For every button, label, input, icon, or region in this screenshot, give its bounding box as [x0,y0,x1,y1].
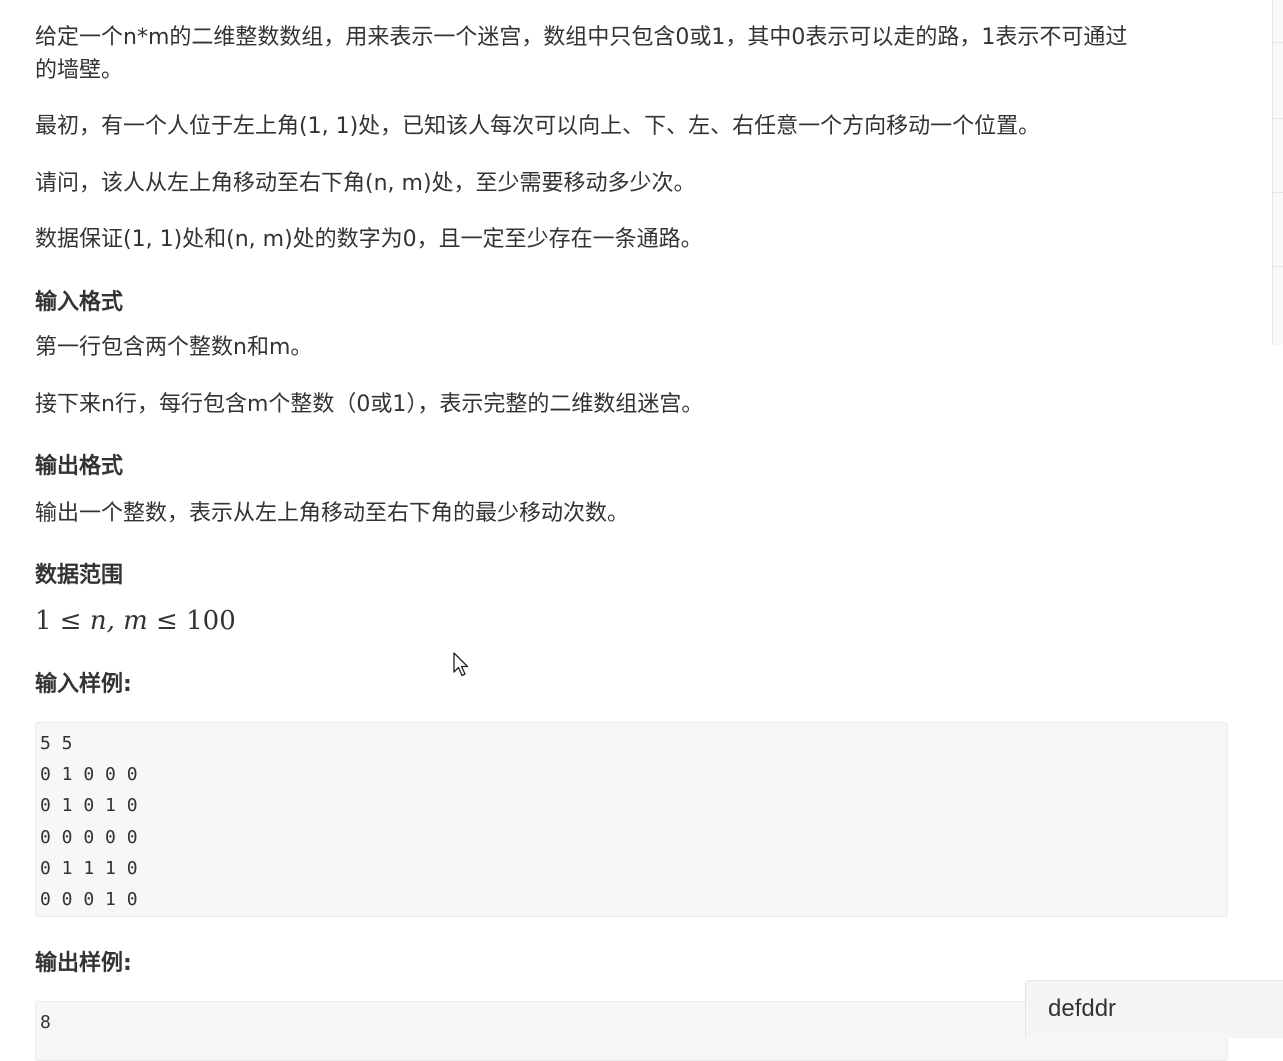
mouse-pointer-icon [453,652,469,677]
code-line: 5 5 [40,733,73,754]
code-line: 0 1 0 1 0 [40,795,138,817]
code-line: 0 1 0 0 0 [40,764,138,786]
sample-output-heading: 输出样例: [35,951,132,976]
popup-text: defddr [1048,995,1117,1022]
floating-label-popup[interactable]: defddr [1025,980,1283,1038]
sample-input-heading: 输入样例: [35,672,132,697]
input-format-heading: 输入格式 [35,290,124,315]
formula-vars: n, m [89,606,148,636]
formula-right: ≤ 100 [147,606,236,636]
code-line: 0 1 1 1 0 [40,857,138,879]
guarantee-text: 数据保证(1, 1)处和(n, m)处的数字为0，且一定至少存在一条通路。 [35,227,703,252]
input-format-line-1: 第一行包含两个整数n和m。 [35,335,313,360]
question-text: 请问，该人从左上角移动至右下角(n, m)处，至少需要移动多少次。 [35,171,696,196]
sample-input-code-block[interactable]: 5 5 0 1 0 0 0 0 1 0 1 0 0 0 0 0 0 0 1 1 … [35,722,1228,917]
sidebar-divider [1273,118,1283,119]
sidebar-divider [1273,192,1283,193]
right-sidebar-edge [1272,0,1283,345]
problem-description: 给定一个n*m的二维整数数组，用来表示一个迷宫，数组中只包含0或1，其中0表示可… [35,21,1225,87]
movement-rule-text: 最初，有一个人位于左上角(1, 1)处，已知该人每次可以向上、下、左、右任意一个… [35,114,1041,139]
formula-left: 1 ≤ [35,606,90,636]
code-line: 0 0 0 1 0 [40,889,138,911]
description-line-2: 的墙壁。 [35,58,124,83]
description-line-1: 给定一个n*m的二维整数数组，用来表示一个迷宫，数组中只包含0或1，其中0表示可… [35,25,1128,50]
data-range-heading: 数据范围 [35,563,124,588]
input-format-line-2: 接下来n行，每行包含m个整数（0或1），表示完整的二维数组迷宫。 [35,392,704,417]
output-format-line-1: 输出一个整数，表示从左上角移动至右下角的最少移动次数。 [35,501,630,526]
sidebar-divider [1273,42,1283,43]
sidebar-divider [1273,266,1283,267]
code-line: 0 0 0 0 0 [40,826,138,848]
data-range-formula: 1 ≤ n, m ≤ 100 [35,604,236,638]
output-format-heading: 输出格式 [35,454,124,479]
